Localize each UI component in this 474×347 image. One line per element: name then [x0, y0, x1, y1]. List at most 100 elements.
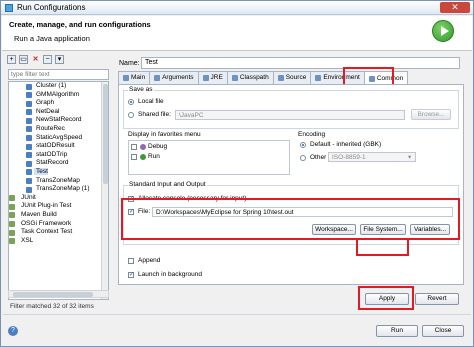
tree-item[interactable]: Graph — [9, 99, 108, 108]
tree-category[interactable]: JUnit — [9, 194, 108, 203]
arguments-tab-icon — [154, 75, 161, 81]
run-icon — [432, 20, 454, 42]
collapse-all-icon[interactable]: − — [43, 55, 52, 64]
launch-background-checkbox[interactable]: ✓ — [128, 272, 134, 278]
run-configurations-window: Run Configurations ✕ Create, manage, and… — [0, 0, 474, 347]
standard-io-label: Standard Input and Output — [128, 181, 207, 188]
tab-main[interactable]: Main — [118, 71, 151, 84]
other-encoding-radio[interactable] — [300, 155, 306, 161]
config-toolbar: + ▭ ✕ − ▾ — [7, 55, 64, 66]
java-app-icon — [26, 186, 32, 193]
debug-checkbox[interactable] — [131, 144, 137, 150]
tree-item[interactable]: statODTrip — [9, 151, 108, 160]
file-system-highlight — [356, 238, 409, 256]
java-app-icon — [26, 160, 32, 167]
scroll-thumb[interactable] — [13, 292, 93, 297]
local-file-label: Local file — [138, 98, 164, 105]
standard-io-highlight — [121, 198, 460, 240]
encoding-label: Encoding — [298, 131, 326, 138]
tree-item[interactable]: StaticAvgSpeed — [9, 134, 108, 143]
shared-file-label: Shared file: — [138, 111, 171, 118]
launch-background-label: Launch in background — [138, 271, 202, 278]
name-input[interactable]: Test — [141, 57, 460, 69]
help-icon[interactable]: ? — [8, 326, 18, 336]
window-close-icon[interactable]: ✕ — [440, 2, 470, 13]
local-file-radio[interactable] — [128, 99, 134, 105]
tree-item[interactable]: Cluster (1) — [9, 82, 108, 91]
java-app-icon — [26, 152, 32, 159]
shared-file-input[interactable]: \JavaPC — [175, 110, 405, 120]
tree-item[interactable]: statODResult — [9, 142, 108, 151]
tree-horizontal-scrollbar[interactable] — [8, 290, 109, 298]
tree-item[interactable]: StatRecord — [9, 159, 108, 168]
java-app-icon — [26, 109, 32, 116]
scroll-thumb[interactable] — [103, 84, 108, 184]
osgi-icon — [9, 221, 15, 227]
revert-button[interactable]: Revert — [415, 293, 459, 305]
tree-category[interactable]: Task Context Test — [9, 228, 108, 237]
run-checkbox[interactable] — [131, 154, 137, 160]
debug-label: Debug — [148, 143, 168, 150]
run-button[interactable]: Run — [376, 325, 418, 337]
default-encoding-radio[interactable] — [300, 142, 306, 148]
java-app-icon — [26, 92, 32, 99]
source-tab-icon — [277, 75, 284, 81]
tree-vertical-scrollbar[interactable] — [101, 82, 108, 299]
header-title: Create, manage, and run configurations — [9, 20, 151, 29]
apply-highlight — [358, 286, 414, 310]
browse-button[interactable]: Browse... — [411, 109, 451, 120]
window-title: Run Configurations — [17, 3, 86, 12]
name-label: Name: — [119, 60, 140, 67]
java-app-icon — [26, 143, 32, 150]
tree-item[interactable]: TransZoneMap (1) — [9, 185, 108, 194]
close-button[interactable]: Close — [422, 325, 464, 337]
jre-tab-icon — [202, 75, 209, 81]
task-context-icon — [9, 229, 15, 236]
duplicate-config-icon[interactable]: ▭ — [19, 55, 28, 64]
filter-config-icon[interactable]: ▾ — [55, 55, 64, 64]
java-app-icon — [26, 135, 32, 142]
delete-config-icon[interactable]: ✕ — [31, 55, 40, 64]
classpath-tab-icon — [231, 75, 238, 81]
tab-source[interactable]: Source — [272, 71, 312, 84]
main-tab-icon — [123, 75, 129, 81]
java-app-icon — [26, 169, 32, 176]
new-config-icon[interactable]: + — [7, 55, 16, 64]
java-app-icon — [26, 100, 32, 107]
environment-tab-icon — [315, 75, 322, 81]
tree-category[interactable]: Maven Build — [9, 211, 108, 220]
tree-item[interactable]: RouteRec — [9, 125, 108, 134]
configuration-tree: Cluster (1) GMMAlgorithm Graph NetDeal N… — [8, 81, 109, 300]
shared-file-radio[interactable] — [128, 112, 134, 118]
tab-arguments[interactable]: Arguments — [149, 71, 199, 84]
junit-icon — [9, 195, 15, 202]
tree-item[interactable]: NewStatRecord — [9, 116, 108, 125]
dialog-header: Create, manage, and run configurations R… — [2, 16, 472, 51]
tree-item[interactable]: TransZoneMap — [9, 177, 108, 186]
tree-item-selected[interactable]: Test — [9, 167, 108, 177]
common-tab-panel: Save as Local file Shared file: \JavaPC … — [118, 84, 464, 285]
java-app-icon — [26, 83, 32, 90]
tree-item[interactable]: GMMAlgorithm — [9, 91, 108, 100]
header-subtitle: Run a Java application — [14, 34, 90, 43]
tab-classpath[interactable]: Classpath — [226, 71, 274, 84]
tab-jre[interactable]: JRE — [197, 71, 228, 84]
default-encoding-label: Default - inherited (GBK) — [310, 141, 382, 148]
favorites-label: Display in favorites menu — [128, 131, 201, 138]
filter-input[interactable] — [8, 69, 109, 80]
other-encoding-select[interactable]: ISO-8859-1 — [328, 152, 416, 162]
other-encoding-label: Other — [310, 154, 327, 161]
java-app-icon — [26, 178, 32, 185]
save-as-label: Save as — [128, 86, 154, 93]
tree-category[interactable]: JUnit Plug-in Test — [9, 202, 108, 211]
title-bar: Run Configurations ✕ — [1, 1, 473, 15]
java-app-icon — [26, 117, 32, 124]
bottom-divider — [3, 314, 471, 315]
append-checkbox[interactable] — [128, 258, 134, 264]
maven-icon — [9, 212, 15, 219]
java-app-icon — [26, 126, 32, 133]
tree-item[interactable]: NetDeal — [9, 108, 108, 117]
tree-category[interactable]: XSL — [9, 237, 108, 246]
app-icon — [5, 4, 13, 12]
tree-category[interactable]: OSGi Framework — [9, 220, 108, 229]
